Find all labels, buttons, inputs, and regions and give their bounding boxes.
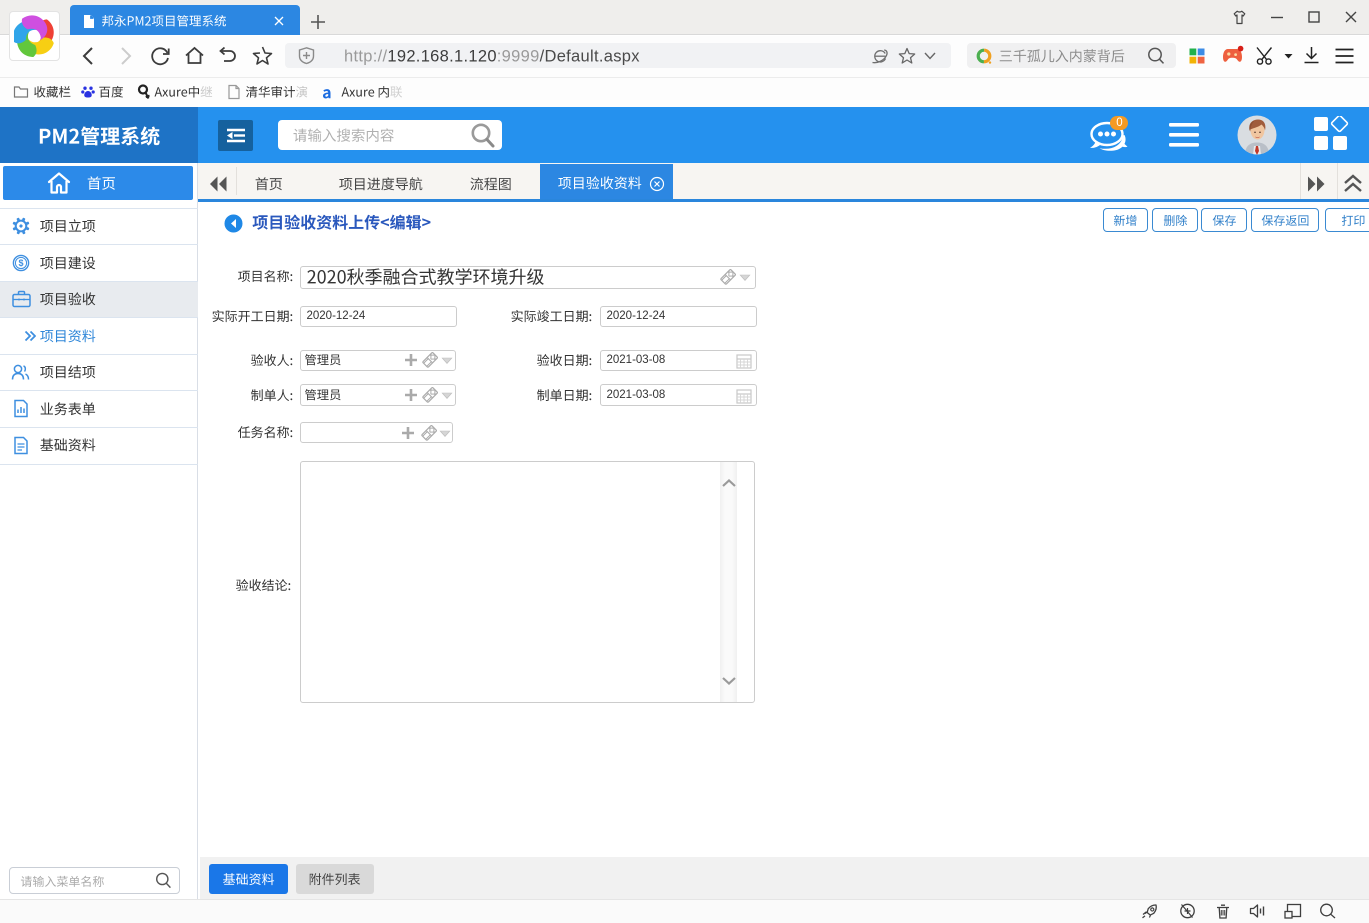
svg-text:$: $ xyxy=(18,258,23,268)
